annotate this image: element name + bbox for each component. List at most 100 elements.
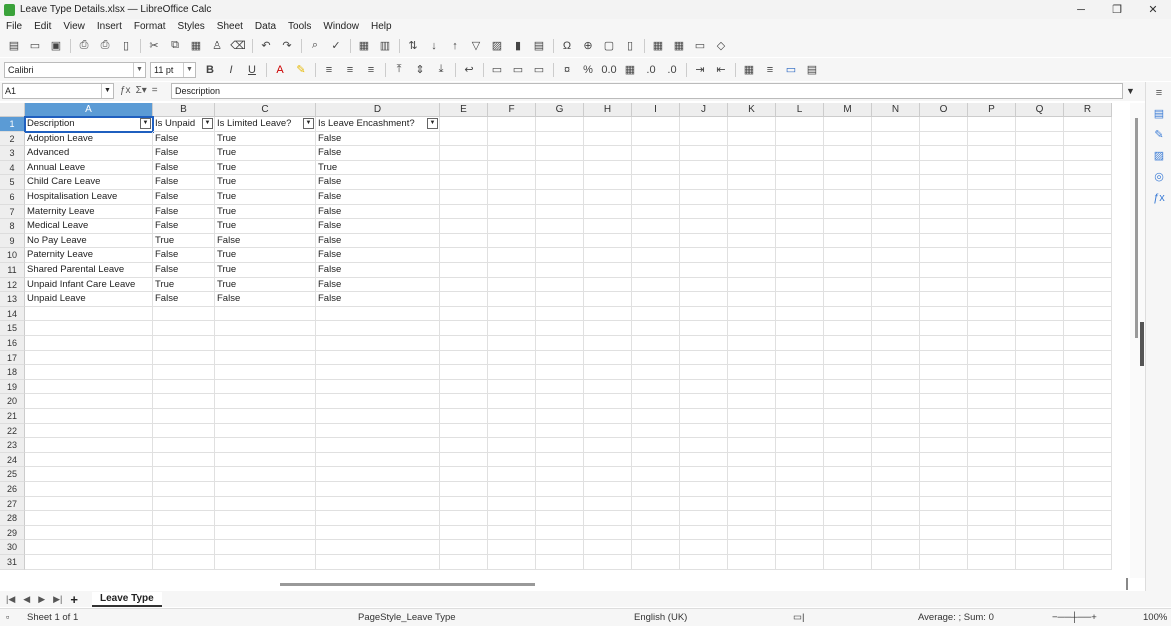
row-header[interactable]: 8 xyxy=(0,219,25,234)
row-header[interactable]: 1 xyxy=(0,117,25,132)
row-header[interactable]: 30 xyxy=(0,540,25,555)
empty-cell[interactable] xyxy=(872,365,920,380)
column-header-q[interactable]: Q xyxy=(1016,103,1064,117)
empty-cell[interactable] xyxy=(25,321,153,336)
empty-cell[interactable] xyxy=(1064,248,1112,263)
empty-cell[interactable] xyxy=(1064,131,1112,147)
empty-cell[interactable] xyxy=(824,438,872,453)
empty-cell[interactable] xyxy=(1064,117,1112,132)
sum-icon[interactable]: Σ▾ xyxy=(136,85,147,96)
empty-cell[interactable] xyxy=(920,409,968,424)
empty-cell[interactable] xyxy=(536,482,584,497)
empty-cell[interactable] xyxy=(968,277,1016,293)
menu-icon[interactable]: ≡ xyxy=(1146,82,1171,103)
special-character-icon[interactable]: Ω xyxy=(557,37,577,55)
empty-cell[interactable] xyxy=(920,248,968,263)
empty-cell[interactable] xyxy=(920,496,968,512)
empty-cell[interactable] xyxy=(1016,409,1064,424)
empty-cell[interactable] xyxy=(316,467,440,482)
empty-cell[interactable] xyxy=(488,394,536,409)
empty-cell[interactable] xyxy=(872,263,920,278)
empty-cell[interactable] xyxy=(153,409,215,424)
autofilter-dropdown-icon[interactable]: ▼ xyxy=(140,118,151,129)
split-window-icon[interactable]: ▭ xyxy=(690,37,710,55)
increase-indent-icon[interactable]: ⇥ xyxy=(690,61,710,79)
empty-cell[interactable] xyxy=(728,365,776,380)
empty-cell[interactable] xyxy=(1016,555,1064,570)
empty-cell[interactable] xyxy=(776,233,824,249)
empty-cell[interactable] xyxy=(824,146,872,161)
row-header[interactable]: 20 xyxy=(0,394,25,409)
empty-cell[interactable] xyxy=(440,467,488,482)
empty-cell[interactable] xyxy=(1064,482,1112,497)
decrease-indent-icon[interactable]: ⇤ xyxy=(711,61,731,79)
empty-cell[interactable] xyxy=(440,394,488,409)
insert-image-icon[interactable]: ▨ xyxy=(487,37,507,55)
empty-cell[interactable] xyxy=(536,146,584,161)
empty-cell[interactable] xyxy=(872,409,920,424)
data-cell[interactable]: Maternity Leave xyxy=(25,204,153,220)
empty-cell[interactable] xyxy=(1016,175,1064,190)
menu-sheet[interactable]: Sheet xyxy=(211,21,249,32)
sort-icon[interactable]: ⇅ xyxy=(403,37,423,55)
column-header-m[interactable]: M xyxy=(824,103,872,117)
properties-icon[interactable]: ▤ xyxy=(1146,103,1171,124)
cut-icon[interactable]: ✂ xyxy=(144,37,164,55)
empty-cell[interactable] xyxy=(316,438,440,453)
empty-cell[interactable] xyxy=(440,452,488,468)
empty-cell[interactable] xyxy=(1016,336,1064,351)
empty-cell[interactable] xyxy=(776,394,824,409)
empty-cell[interactable] xyxy=(584,263,632,278)
empty-cell[interactable] xyxy=(536,175,584,190)
empty-cell[interactable] xyxy=(536,131,584,147)
empty-cell[interactable] xyxy=(680,248,728,263)
empty-cell[interactable] xyxy=(1064,555,1112,570)
empty-cell[interactable] xyxy=(680,131,728,147)
empty-cell[interactable] xyxy=(968,219,1016,234)
empty-cell[interactable] xyxy=(440,277,488,293)
empty-cell[interactable] xyxy=(968,131,1016,147)
empty-cell[interactable] xyxy=(488,306,536,322)
empty-cell[interactable] xyxy=(584,540,632,555)
empty-cell[interactable] xyxy=(968,525,1016,541)
data-cell[interactable]: False xyxy=(153,131,215,147)
data-cell[interactable]: True xyxy=(215,160,316,176)
empty-cell[interactable] xyxy=(968,350,1016,366)
data-cell[interactable]: False xyxy=(316,204,440,220)
empty-cell[interactable] xyxy=(632,438,680,453)
pivot-table-icon[interactable]: ▤ xyxy=(529,37,549,55)
underline-icon[interactable]: U xyxy=(242,61,262,79)
empty-cell[interactable] xyxy=(584,496,632,512)
zoom-slider[interactable]: −──┼──+ xyxy=(1052,612,1097,623)
empty-cell[interactable] xyxy=(872,131,920,147)
empty-cell[interactable] xyxy=(536,292,584,307)
empty-cell[interactable] xyxy=(1016,204,1064,220)
data-cell[interactable]: False xyxy=(153,146,215,161)
empty-cell[interactable] xyxy=(488,496,536,512)
last-sheet-icon[interactable]: ▶| xyxy=(53,594,62,605)
empty-cell[interactable] xyxy=(872,204,920,220)
empty-cell[interactable] xyxy=(1064,467,1112,482)
row-header[interactable]: 4 xyxy=(0,160,25,176)
empty-cell[interactable] xyxy=(824,190,872,205)
print-preview-icon[interactable]: ▯ xyxy=(116,37,136,55)
empty-cell[interactable] xyxy=(316,511,440,526)
data-cell[interactable]: False xyxy=(153,263,215,278)
empty-cell[interactable] xyxy=(824,277,872,293)
data-cell[interactable]: True xyxy=(215,190,316,205)
empty-cell[interactable] xyxy=(968,321,1016,336)
empty-cell[interactable] xyxy=(1064,452,1112,468)
empty-cell[interactable] xyxy=(536,321,584,336)
function-wizard-icon[interactable]: ƒx xyxy=(120,85,131,96)
empty-cell[interactable] xyxy=(488,204,536,220)
empty-cell[interactable] xyxy=(584,511,632,526)
empty-cell[interactable] xyxy=(632,394,680,409)
empty-cell[interactable] xyxy=(728,306,776,322)
empty-cell[interactable] xyxy=(824,204,872,220)
empty-cell[interactable] xyxy=(153,555,215,570)
empty-cell[interactable] xyxy=(968,409,1016,424)
vertical-scroll-thumb[interactable] xyxy=(1135,118,1138,338)
empty-cell[interactable] xyxy=(488,219,536,234)
empty-cell[interactable] xyxy=(584,219,632,234)
empty-cell[interactable] xyxy=(316,452,440,468)
